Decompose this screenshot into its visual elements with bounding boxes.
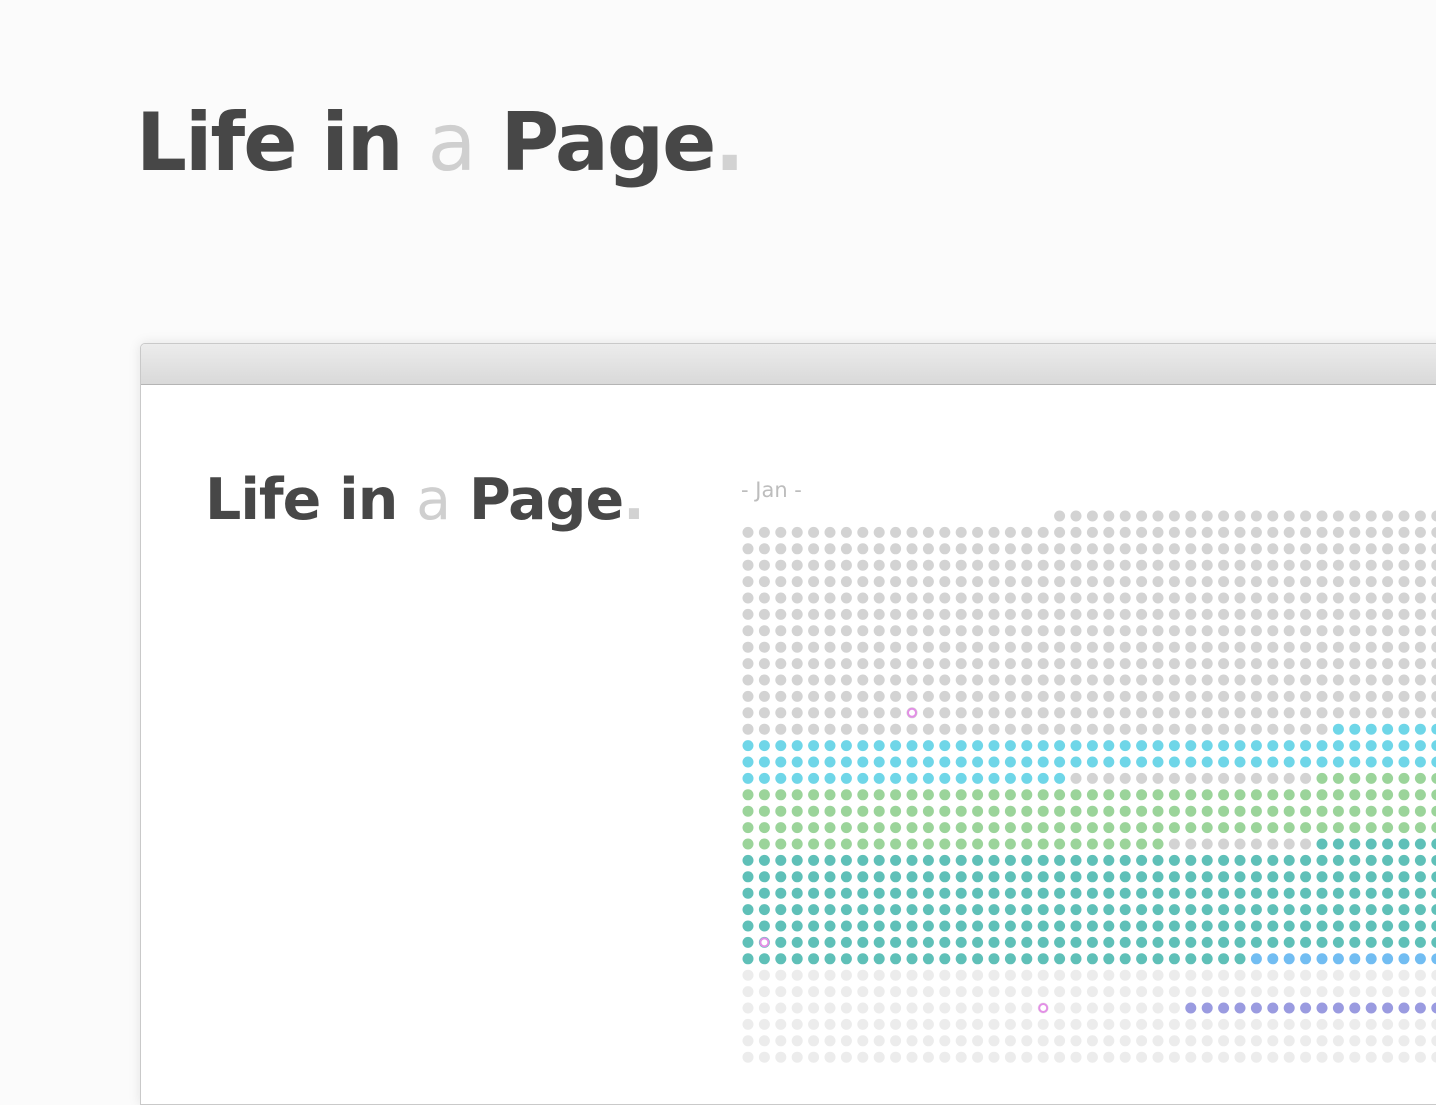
app-title-part-page: Page [468,467,624,533]
app-title-part-life-in: Life in [205,467,398,533]
month-label: - Jan - [741,478,802,502]
app-title: Life in a Page. [205,460,645,540]
app-window [140,343,1436,1105]
title-part-dot: . [714,96,744,189]
window-titlebar[interactable] [141,344,1436,385]
app-title-part-dot: . [623,467,645,533]
title-part-page: Page [500,96,716,189]
title-part-life-in: Life in [136,96,404,189]
hero-title: Life in a Page. [136,88,745,198]
app-title-part-a: a [416,467,451,533]
title-part-a: a [427,96,477,189]
